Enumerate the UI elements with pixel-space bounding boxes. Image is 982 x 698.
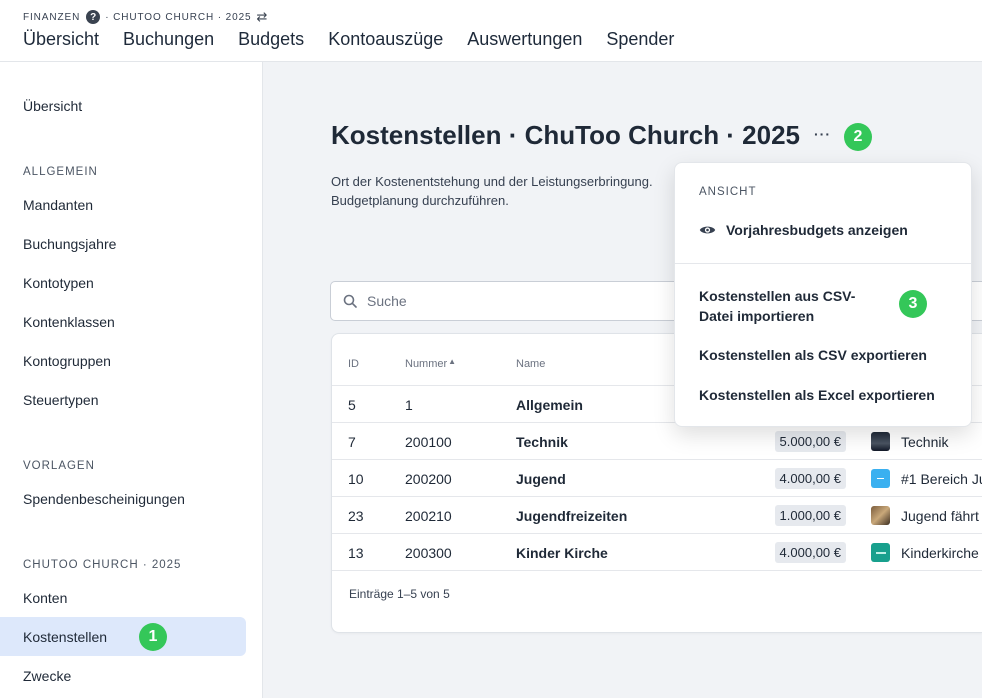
group-thumbnail-kids-icon — [871, 543, 890, 562]
group-name: Kinderkirche — [901, 545, 979, 561]
page-description: Ort der Kostenentstehung und der Leistun… — [331, 174, 653, 208]
swap-icon[interactable]: ⇄ — [257, 9, 268, 25]
nav-budgets[interactable]: Budgets — [238, 27, 304, 51]
column-number-label: Nummer — [405, 358, 448, 370]
sidebar-section-vorlagen: VORLAGEN — [23, 460, 95, 472]
sidebar-item-kostenstellen[interactable]: Kostenstellen — [0, 617, 246, 656]
page-title: Kostenstellen · ChuToo Church · 2025 — [331, 120, 801, 150]
sidebar: Übersicht ALLGEMEIN Mandanten Buchungsja… — [0, 62, 263, 698]
group-name: Jugend fährt r — [901, 508, 982, 524]
eye-icon — [699, 226, 716, 234]
sidebar-item-uebersicht[interactable]: Übersicht — [0, 86, 246, 125]
breadcrumb-context[interactable]: · CHUTOO CHURCH · 2025 — [105, 12, 251, 23]
options-dropdown-menu: ANSICHT Vorjahresbudgets anzeigen Kosten… — [674, 162, 972, 427]
cell-name: Jugendfreizeiten — [516, 508, 628, 524]
cell-id: 13 — [348, 545, 364, 561]
main-nav: Übersicht Buchungen Budgets Kontoauszüge… — [23, 27, 698, 51]
sidebar-item-kontotypen[interactable]: Kontotypen — [0, 263, 246, 302]
export-csv-item[interactable]: Kostenstellen als CSV exportieren — [699, 345, 927, 365]
budget-amount: 1.000,00 € — [774, 505, 846, 526]
sidebar-section-chutoo: CHUTOO CHURCH · 2025 — [23, 559, 182, 571]
sidebar-item-steuertypen[interactable]: Steuertypen — [0, 380, 246, 419]
breadcrumb: FINANZEN ? · CHUTOO CHURCH · 2025 ⇄ — [23, 9, 267, 25]
sidebar-item-konten[interactable]: Konten — [0, 578, 246, 617]
more-options-button[interactable]: ··· — [814, 126, 831, 142]
column-name[interactable]: Name — [516, 358, 545, 370]
group-name: #1 Bereich Ju — [901, 471, 982, 487]
step-badge-1: 1 — [139, 623, 167, 651]
sidebar-item-zwecke[interactable]: Zwecke — [0, 656, 246, 695]
cell-id: 10 — [348, 471, 364, 487]
budget-amount: 4.000,00 € — [774, 542, 846, 563]
export-excel-item[interactable]: Kostenstellen als Excel exportieren — [699, 385, 935, 405]
sidebar-item-spendenbescheinigungen[interactable]: Spendenbescheinigungen — [0, 479, 246, 518]
table-row[interactable]: 7 200100 Technik 5.000,00 € Technik — [332, 423, 982, 460]
cell-number: 200200 — [405, 471, 452, 487]
nav-spender[interactable]: Spender — [606, 27, 674, 51]
show-previous-budgets-item[interactable]: Vorjahresbudgets anzeigen — [699, 220, 908, 240]
dropdown-divider — [675, 263, 971, 264]
cell-id: 7 — [348, 434, 356, 450]
breadcrumb-section[interactable]: FINANZEN — [23, 12, 80, 23]
help-icon[interactable]: ? — [86, 10, 101, 24]
sidebar-item-buchungsjahre[interactable]: Buchungsjahre — [0, 224, 246, 263]
table-row[interactable]: 23 200210 Jugendfreizeiten 1.000,00 € Ju… — [332, 497, 982, 534]
sidebar-item-mandanten[interactable]: Mandanten — [0, 185, 246, 224]
search-icon — [343, 294, 357, 308]
sort-asc-icon: ▲ — [448, 357, 457, 366]
sidebar-item-kontenklassen[interactable]: Kontenklassen — [0, 302, 246, 341]
nav-uebersicht[interactable]: Übersicht — [23, 27, 99, 51]
pagination-info: Einträge 1–5 von 5 — [349, 587, 450, 601]
cell-number: 200210 — [405, 508, 452, 524]
nav-kontoauszuege[interactable]: Kontoauszüge — [328, 27, 443, 51]
cell-name: Technik — [516, 434, 568, 450]
group-thumbnail-technik-icon — [871, 432, 890, 451]
table-row[interactable]: 10 200200 Jugend 4.000,00 € #1 Bereich J… — [332, 460, 982, 497]
nav-buchungen[interactable]: Buchungen — [123, 27, 214, 51]
budget-amount: 5.000,00 € — [774, 431, 846, 452]
cell-number: 200100 — [405, 434, 452, 450]
search-input[interactable] — [367, 293, 667, 309]
group-name: Technik — [901, 434, 949, 450]
cell-id: 5 — [348, 397, 356, 413]
column-number[interactable]: Nummer▲ — [405, 357, 457, 370]
cell-name: Kinder Kirche — [516, 545, 608, 561]
cell-name: Allgemein — [516, 397, 583, 413]
cell-number: 200300 — [405, 545, 452, 561]
sidebar-section-allgemein: ALLGEMEIN — [23, 166, 98, 178]
group-thumbnail-minus-icon — [871, 469, 890, 488]
dropdown-section-ansicht: ANSICHT — [699, 186, 757, 198]
sidebar-item-kontogruppen[interactable]: Kontogruppen — [0, 341, 246, 380]
top-header: FINANZEN ? · CHUTOO CHURCH · 2025 ⇄ Über… — [0, 0, 982, 62]
cell-id: 23 — [348, 508, 364, 524]
nav-auswertungen[interactable]: Auswertungen — [467, 27, 582, 51]
cell-name: Jugend — [516, 471, 566, 487]
step-badge-3: 3 — [899, 290, 927, 318]
column-id[interactable]: ID — [348, 358, 359, 370]
table-row[interactable]: 13 200300 Kinder Kirche 4.000,00 € Kinde… — [332, 534, 982, 571]
step-badge-2: 2 — [844, 123, 872, 151]
show-previous-budgets-label: Vorjahresbudgets anzeigen — [726, 222, 908, 238]
import-csv-item[interactable]: Kostenstellen aus CSV-Datei importieren — [699, 286, 889, 326]
budget-amount: 4.000,00 € — [774, 468, 846, 489]
group-thumbnail-photo-icon — [871, 506, 890, 525]
cell-number: 1 — [405, 397, 413, 413]
